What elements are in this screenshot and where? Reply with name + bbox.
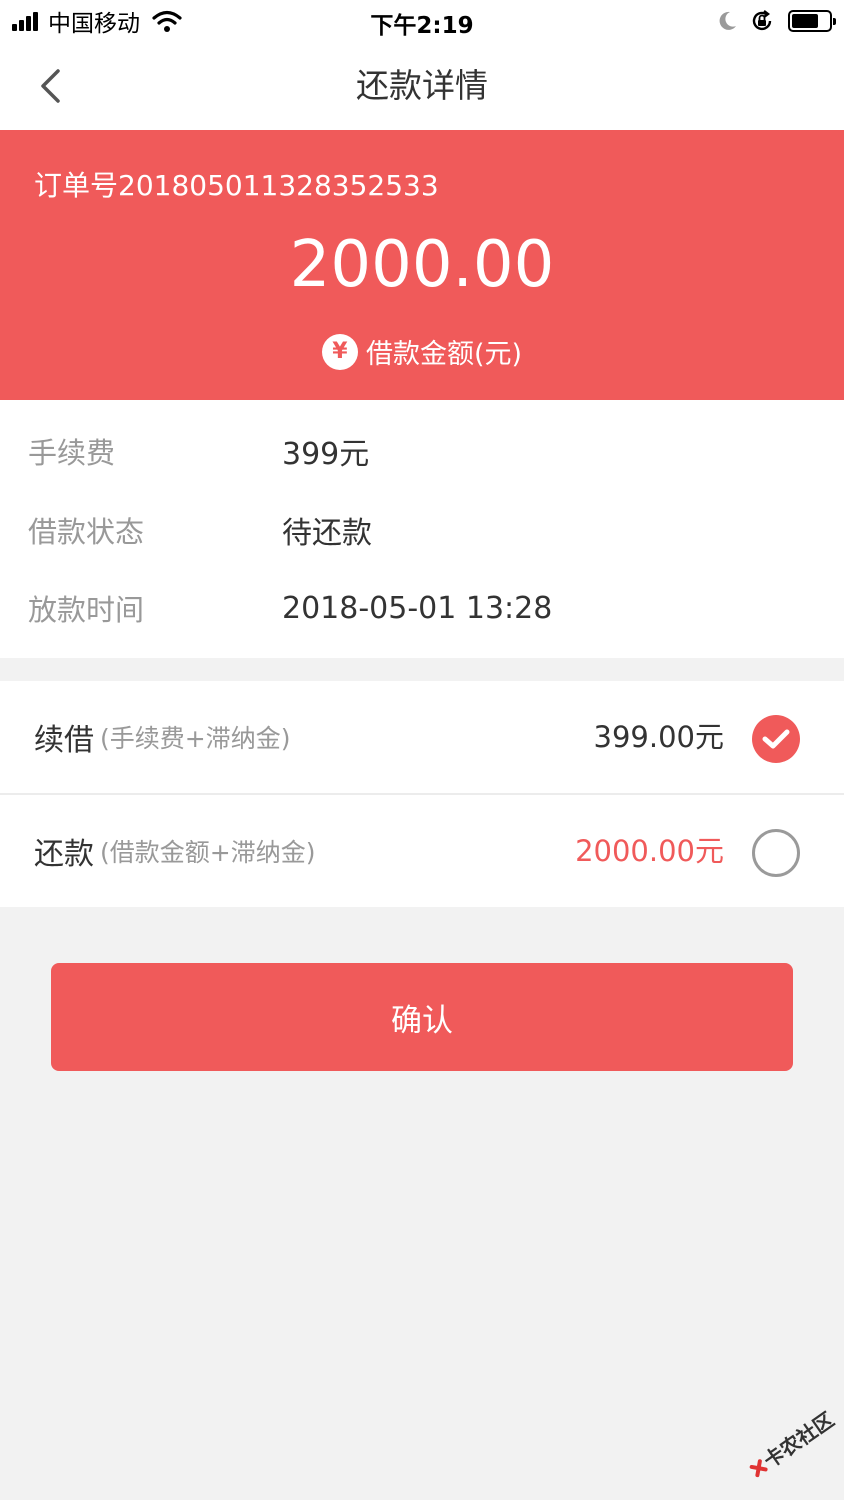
option-repay-title: 还款 (借款金额+滞纳金) xyxy=(34,795,315,907)
checkmark-icon xyxy=(762,729,790,749)
confirm-button[interactable]: 确认 xyxy=(51,963,793,1071)
chevron-left-icon xyxy=(41,69,60,103)
loan-info: 手续费 399元 借款状态 待还款 放款时间 2018-05-01 13:28 xyxy=(0,400,844,658)
option-renew-title: 续借 (手续费+滞纳金) xyxy=(34,681,290,793)
order-number: 订单号201805011328352533 xyxy=(34,169,439,202)
option-repay-amount: 2000.00元 xyxy=(575,834,724,868)
info-row-status: 借款状态 待还款 xyxy=(0,491,844,569)
option-renew-amount: 399.00元 xyxy=(593,720,724,754)
watermark-text: 卡农社区 xyxy=(759,1407,838,1473)
status-value: 待还款 xyxy=(282,516,372,551)
disbursement-time-value: 2018-05-01 13:28 xyxy=(282,590,553,626)
option-renew-radio[interactable] xyxy=(752,715,800,763)
battery-fill xyxy=(792,14,818,28)
option-renew-note: (手续费+滞纳金) xyxy=(100,724,291,753)
option-renew-name: 续借 xyxy=(34,723,94,758)
loan-amount: 2000.00 xyxy=(289,228,555,302)
option-repay-name: 还款 xyxy=(34,837,94,872)
nav-bar: 还款详情 xyxy=(0,42,844,130)
loan-amount-label: 借款金额(元) xyxy=(365,339,523,370)
yen-icon: ¥ xyxy=(321,333,358,370)
battery-cap xyxy=(833,18,836,25)
disbursement-time-label: 放款时间 xyxy=(28,593,145,627)
repayment-options: 续借 (手续费+滞纳金) 399.00元 还款 (借款金额+滞纳金) 2000.… xyxy=(0,681,844,907)
watermark-logo: 卡农社区 xyxy=(749,1407,838,1478)
option-repay-note: (借款金额+滞纳金) xyxy=(100,838,316,867)
option-renew[interactable]: 续借 (手续费+滞纳金) 399.00元 xyxy=(0,681,844,795)
moon-icon xyxy=(719,11,736,30)
option-repay[interactable]: 还款 (借款金额+滞纳金) 2000.00元 xyxy=(0,795,844,907)
fee-label: 手续费 xyxy=(28,436,116,470)
status-right xyxy=(716,6,836,36)
status-label: 借款状态 xyxy=(28,515,145,549)
loan-amount-caption: ¥ 借款金额(元) xyxy=(0,332,844,371)
fee-value: 399元 xyxy=(282,437,370,472)
loan-summary: 订单号201805011328352533 2000.00 ¥ 借款金额(元) xyxy=(0,130,844,400)
info-row-fee: 手续费 399元 xyxy=(0,412,844,490)
battery-icon xyxy=(788,10,836,32)
page-title: 还款详情 xyxy=(356,66,488,105)
info-row-disbursement-time: 放款时间 2018-05-01 13:28 xyxy=(0,569,844,647)
rotation-lock-icon xyxy=(752,10,772,31)
status-bar: 中国移动 下午2:19 xyxy=(0,0,844,42)
back-button[interactable] xyxy=(26,58,74,114)
option-repay-radio[interactable] xyxy=(752,829,800,877)
